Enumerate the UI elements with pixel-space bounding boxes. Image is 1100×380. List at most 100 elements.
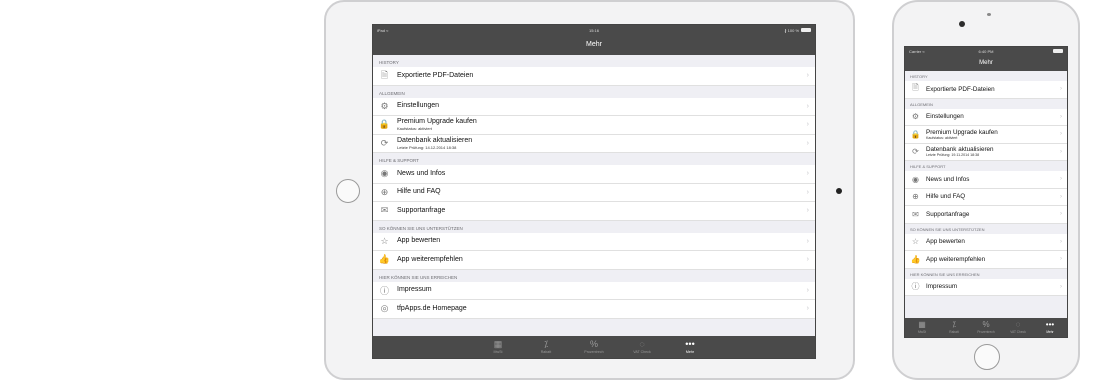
status-bar: Carrier ≈ 6:40 PM [905,47,1067,55]
lifebuoy-icon: ⊕ [912,192,919,202]
tab-mwst[interactable]: ▦ MwSt [906,318,938,337]
list-item-exportierte-pdf-dateien[interactable]: 🗎 Exportierte PDF-Dateien › [373,67,815,86]
list-item-label: Premium Upgrade kaufen [926,128,998,136]
chevron-right-icon: › [1060,193,1062,200]
section-header: SO KÖNNEN SIE UNS UNTERSTÜTZEN [910,226,985,232]
tab-vat-check[interactable]: ◌ VAT Check [618,336,666,358]
list-item-label: App weiterempfehlen [397,255,463,263]
list-item-label: App bewerten [926,238,965,246]
mail-icon: ✉ [912,209,919,219]
list-item-hilfe-und-faq[interactable]: ⊕ Hilfe und FAQ › [905,188,1067,206]
check-icon: ◌ [639,339,645,349]
gear-icon: ⚙ [911,112,920,122]
camera [959,21,965,27]
list-item-text: Hilfe und FAQ [397,188,441,196]
home-button[interactable] [974,344,1000,370]
more-icon: ••• [685,339,695,349]
list-item-datenbank-aktualisieren[interactable]: ⟳ Datenbank aktualisieren Letzte Prüfung: … [905,143,1067,161]
chevron-right-icon: › [806,121,809,129]
list-item-text: Premium Upgrade kaufen Kaufstatus: aktivi… [926,129,998,140]
chevron-right-icon: › [1060,283,1062,290]
section-header: HIER KÖNNEN SIE UNS ERREICHEN [910,271,980,277]
tab-vat-check[interactable]: ◌ VAT Check [1002,318,1034,337]
chevron-right-icon: › [1060,86,1062,93]
status-time: 15:16 [588,27,599,33]
refresh-icon: ⟳ [912,147,919,157]
list-item-text: Impressum [397,286,432,294]
list-item-label: Einstellungen [926,113,964,121]
list-item-news-und-infos[interactable]: ◉ News und Infos › [905,171,1067,189]
tab-rabatt[interactable]: ⁒ Rabatt [522,336,570,358]
list-item-subtitle: Kaufstatus: aktiviert [926,135,958,140]
list-item-premium-upgrade-kaufen[interactable]: 🔒 Premium Upgrade kaufen Kaufstatus: aktiv… [373,116,815,135]
list-item-text: Supportanfrage [926,211,969,218]
list-item-premium-upgrade-kaufen[interactable]: 🔒 Premium Upgrade kaufen Kaufstatus: aktiv… [905,126,1067,144]
nav-title: Mehr [586,41,602,48]
list-item-tfpapps-de-homepage[interactable]: ◎ tfpApps.de Homepage › [373,300,815,319]
section-header: HILFE & SUPPORT [910,164,946,169]
list-item-label: News und Infos [926,175,970,183]
list-item-news-und-infos[interactable]: ◉ News und Infos › [373,165,815,184]
tab-label: Rabatt [540,350,552,354]
tab-prozentrech[interactable]: % Prozentrech [570,336,618,358]
list-item-supportanfrage[interactable]: ✉ Supportanfrage › [373,202,815,221]
tab-mehr[interactable]: ••• Mehr [666,336,714,358]
info-icon: ⓘ [911,282,920,292]
percent-icon: % [982,320,990,329]
gear-icon: ⚙ [380,100,389,111]
tab-label: MwSt [493,350,503,354]
lock-icon: 🔒 [378,119,391,130]
chevron-right-icon: › [806,207,809,215]
section-header: HILFE & SUPPORT [379,158,419,163]
list-item-datenbank-aktualisieren[interactable]: ⟳ Datenbank aktualisieren Letzte Prüfung: … [373,134,815,153]
list-item-exportierte-pdf-dateien[interactable]: 🗎 Exportierte PDF-Dateien › [905,81,1067,99]
chevron-right-icon: › [806,102,809,110]
chevron-right-icon: › [806,286,809,294]
list-item-hilfe-und-faq[interactable]: ⊕ Hilfe und FAQ › [373,183,815,202]
list-item-text: Premium Upgrade kaufen Kaufstatus: aktivi… [397,118,477,131]
list-item-supportanfrage[interactable]: ✉ Supportanfrage › [905,206,1067,224]
lock-icon: 🔒 [910,129,921,139]
speaker [987,13,991,16]
list-item-label: App weiterempfehlen [926,255,986,263]
list-item-label: Premium Upgrade kaufen [397,118,477,126]
calculator-icon: ▦ [918,320,926,329]
tab-mehr[interactable]: ••• Mehr [1034,318,1066,337]
document-icon: 🗎 [380,69,389,80]
tab-bar: ▦ MwSt ⁒ Rabatt% Prozentrech ◌ VAT Check ••• Meh… [373,336,815,358]
list-item-impressum[interactable]: ⓘ Impressum › [373,281,815,300]
list-item-text: Einstellungen [926,113,964,120]
list-item-text: tfpApps.de Homepage [397,305,467,313]
chevron-right-icon: › [806,256,809,264]
status-bar: iPad ≈ 15:16 ∦ 100 % [373,25,815,35]
star-icon: ☆ [380,235,389,246]
tab-mwst[interactable]: ▦ MwSt [474,336,522,358]
list-item-text: Impressum [926,283,957,290]
list-item-label: Impressum [397,286,432,294]
section-header: HIER KÖNNEN SIE UNS ERREICHEN [379,274,458,280]
list-item-impressum[interactable]: ⓘ Impressum › [905,278,1067,296]
list-item-subtitle: Letzte Prüfung: 14.12.2014 18:38 [397,144,457,150]
list-item-text: News und Infos [397,170,445,178]
home-button[interactable] [336,179,360,203]
list-item-text: App weiterempfehlen [926,256,985,263]
list-item-app-weiterempfehlen[interactable]: 👍 App weiterempfehlen › [905,251,1067,269]
ipad-screen: iPad ≈ 15:16 ∦ 100 % Mehr HISTORY 🗎 Export… [372,24,816,359]
list-item-app-weiterempfehlen[interactable]: 👍 App weiterempfehlen › [373,251,815,270]
list-item-text: App bewerten [397,237,440,245]
tab-rabatt[interactable]: ⁒ Rabatt [938,318,970,337]
list-item-einstellungen[interactable]: ⚙ Einstellungen › [905,108,1067,126]
chevron-right-icon: › [806,305,809,313]
more-icon: ••• [1045,320,1055,329]
list-item-einstellungen[interactable]: ⚙ Einstellungen › [373,97,815,116]
navigation-bar: Carrier ≈ 6:40 PM Mehr [905,47,1067,71]
list-item-app-bewerten[interactable]: ☆ App bewerten › [373,232,815,251]
list-item-subtitle: Kaufstatus: aktiviert [397,126,432,132]
navigation-bar: iPad ≈ 15:16 ∦ 100 % Mehr [373,25,815,55]
list-item-text: App bewerten [926,238,965,245]
tab-prozentrech[interactable]: % Prozentrech [970,318,1002,337]
list-item-app-bewerten[interactable]: ☆ App bewerten › [905,233,1067,251]
chevron-right-icon: › [1060,211,1062,218]
list-item-label: Supportanfrage [926,210,970,218]
list-item-text: App weiterempfehlen [397,256,463,264]
